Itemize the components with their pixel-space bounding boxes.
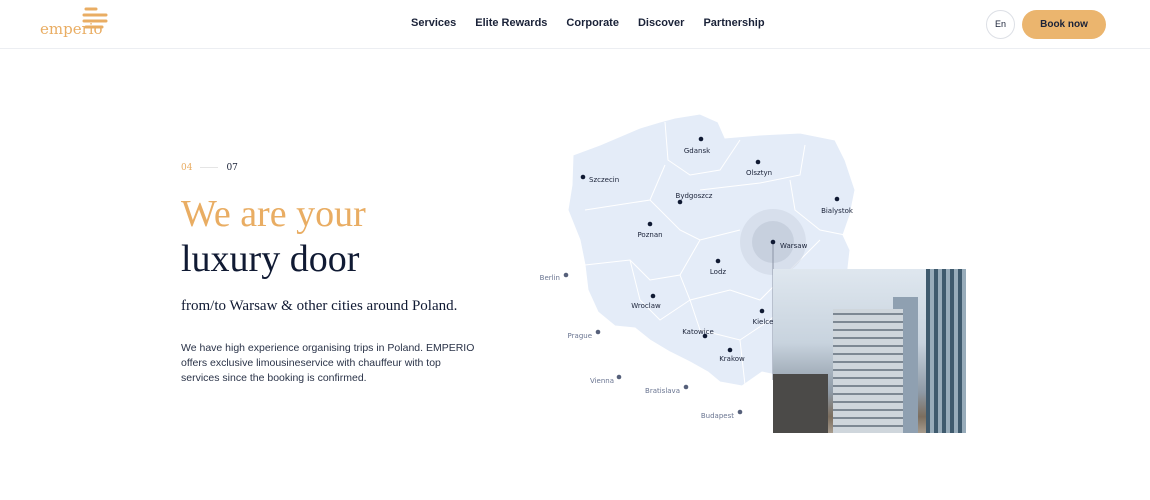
photo-glass-facade xyxy=(926,269,966,433)
city-label-wroclaw: Wroclaw xyxy=(631,302,661,310)
city-label-poznan: Poznan xyxy=(637,231,662,239)
photo-entrance xyxy=(773,374,828,433)
warsaw-city-photo xyxy=(773,269,966,433)
city-label-warsaw: Warsaw xyxy=(780,242,808,250)
city-dot-szczecin xyxy=(580,174,586,180)
city-dot-poznan xyxy=(647,221,653,227)
city-label-berlin: Berlin xyxy=(540,274,560,282)
city-dot-warsaw xyxy=(770,239,776,245)
city-dot-budapest xyxy=(737,409,743,415)
city-label-prague: Prague xyxy=(568,332,592,340)
city-dot-olsztyn xyxy=(755,159,761,165)
photo-building xyxy=(833,309,903,433)
city-label-olsztyn: Olsztyn xyxy=(746,169,772,177)
city-label-kielce: Kielce xyxy=(753,318,774,326)
city-dot-bratislava xyxy=(683,384,689,390)
city-dot-prague xyxy=(595,329,601,335)
city-label-bydgoszcz: Bydgoszcz xyxy=(676,192,713,200)
city-dot-berlin xyxy=(563,272,569,278)
city-label-budapest: Budapest xyxy=(701,412,734,420)
city-label-lodz: Lodz xyxy=(710,268,727,276)
city-label-gdansk: Gdansk xyxy=(684,147,711,155)
city-dot-bialystok xyxy=(834,196,840,202)
city-dot-bydgoszcz xyxy=(677,199,683,205)
city-dot-krakow xyxy=(727,347,733,353)
city-label-bialystok: Bialystok xyxy=(821,207,854,215)
poland-map: Gdansk Olsztyn Szczecin Bydgoszcz Bialystok P… xyxy=(540,113,861,420)
city-dot-kielce xyxy=(759,308,765,314)
city-dot-wroclaw xyxy=(650,293,656,299)
city-label-bratislava: Bratislava xyxy=(645,387,680,395)
city-dot-vienna xyxy=(616,374,622,380)
city-label-szczecin: Szczecin xyxy=(589,176,619,184)
city-dot-gdansk xyxy=(698,136,704,142)
city-label-katowice: Katowice xyxy=(682,328,714,336)
city-label-krakow: Krakow xyxy=(719,355,745,363)
city-label-vienna: Vienna xyxy=(590,377,614,385)
city-dot-lodz xyxy=(715,258,721,264)
